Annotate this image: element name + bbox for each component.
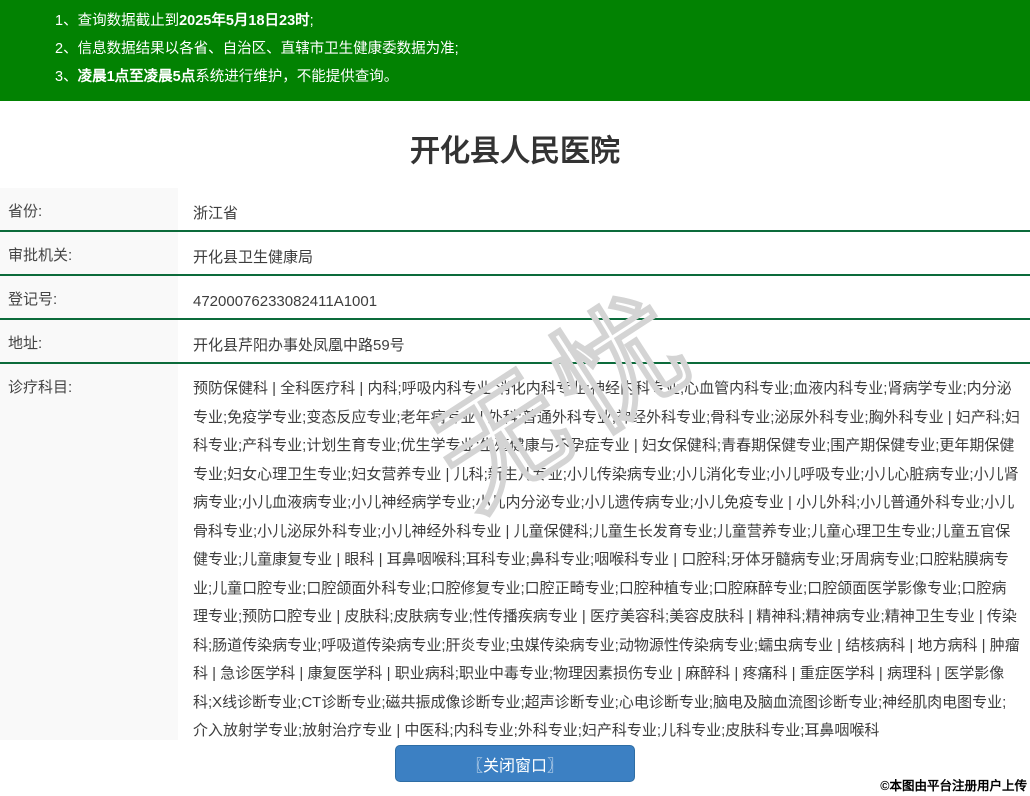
- row-value-address: 开化县芹阳办事处凤凰中路59号: [193, 337, 405, 354]
- notice-line-2-text: 信息数据结果以各省、自治区、直辖市卫生健康委数据为准;: [77, 41, 459, 57]
- notice-banner: 1、查询数据截止到2025年5月18日23时; 2、信息数据结果以各省、自治区、…: [0, 0, 1030, 101]
- notice-line-1-bold: 2025年5月18日23时: [179, 13, 310, 29]
- notice-line-3-bold: 凌晨1点至凌晨5点: [77, 69, 196, 85]
- row-value-province: 浙江省: [193, 205, 239, 222]
- row-label-approval-authority: 审批机关:: [0, 232, 178, 274]
- credit-text: ©本图由平台注册用户上传: [880, 779, 1027, 793]
- notice-line-1-post: ;: [309, 13, 314, 29]
- row-label-province: 省份:: [0, 188, 178, 230]
- table-row-medical-subjects: 诊疗科目: 预防保健科 | 全科医疗科 | 内科;呼吸内科专业;消化内科专业;神…: [0, 364, 1030, 740]
- table-row-approval-authority: 审批机关: 开化县卫生健康局: [0, 232, 1030, 276]
- notice-line-3: 3、凌晨1点至凌晨5点系统进行维护，不能提供查询。: [55, 63, 1010, 91]
- hospital-info-table: 省份: 浙江省 审批机关: 开化县卫生健康局 登记号: 472000762330…: [0, 188, 1030, 740]
- table-row-province: 省份: 浙江省: [0, 188, 1030, 232]
- notice-line-1-text: 查询数据截止到: [77, 13, 180, 29]
- notice-line-3-post: 系统进行维护，不能提供查询。: [195, 69, 399, 85]
- table-row-registration-number: 登记号: 47200076233082411A1001: [0, 276, 1030, 320]
- notice-line-3-num: 3、: [55, 69, 78, 85]
- row-value-approval-authority: 开化县卫生健康局: [193, 249, 314, 266]
- notice-line-1-num: 1、: [55, 13, 78, 29]
- row-label-medical-subjects: 诊疗科目:: [0, 364, 178, 740]
- notice-line-2: 2、信息数据结果以各省、自治区、直辖市卫生健康委数据为准;: [55, 35, 1010, 63]
- notice-line-1: 1、查询数据截止到2025年5月18日23时;: [55, 7, 1010, 35]
- page-title: 开化县人民医院: [410, 135, 620, 168]
- table-row-address: 地址: 开化县芹阳办事处凤凰中路59号: [0, 320, 1030, 364]
- notice-line-2-num: 2、: [55, 41, 78, 57]
- row-label-address: 地址:: [0, 320, 178, 362]
- row-label-registration-number: 登记号:: [0, 276, 178, 318]
- close-window-button[interactable]: 〖关闭窗口〗: [395, 745, 635, 782]
- row-value-medical-subjects: 预防保健科 | 全科医疗科 | 内科;呼吸内科专业;消化内科专业;神经内科专业;…: [193, 380, 1020, 739]
- row-value-registration-number: 47200076233082411A1001: [193, 293, 378, 310]
